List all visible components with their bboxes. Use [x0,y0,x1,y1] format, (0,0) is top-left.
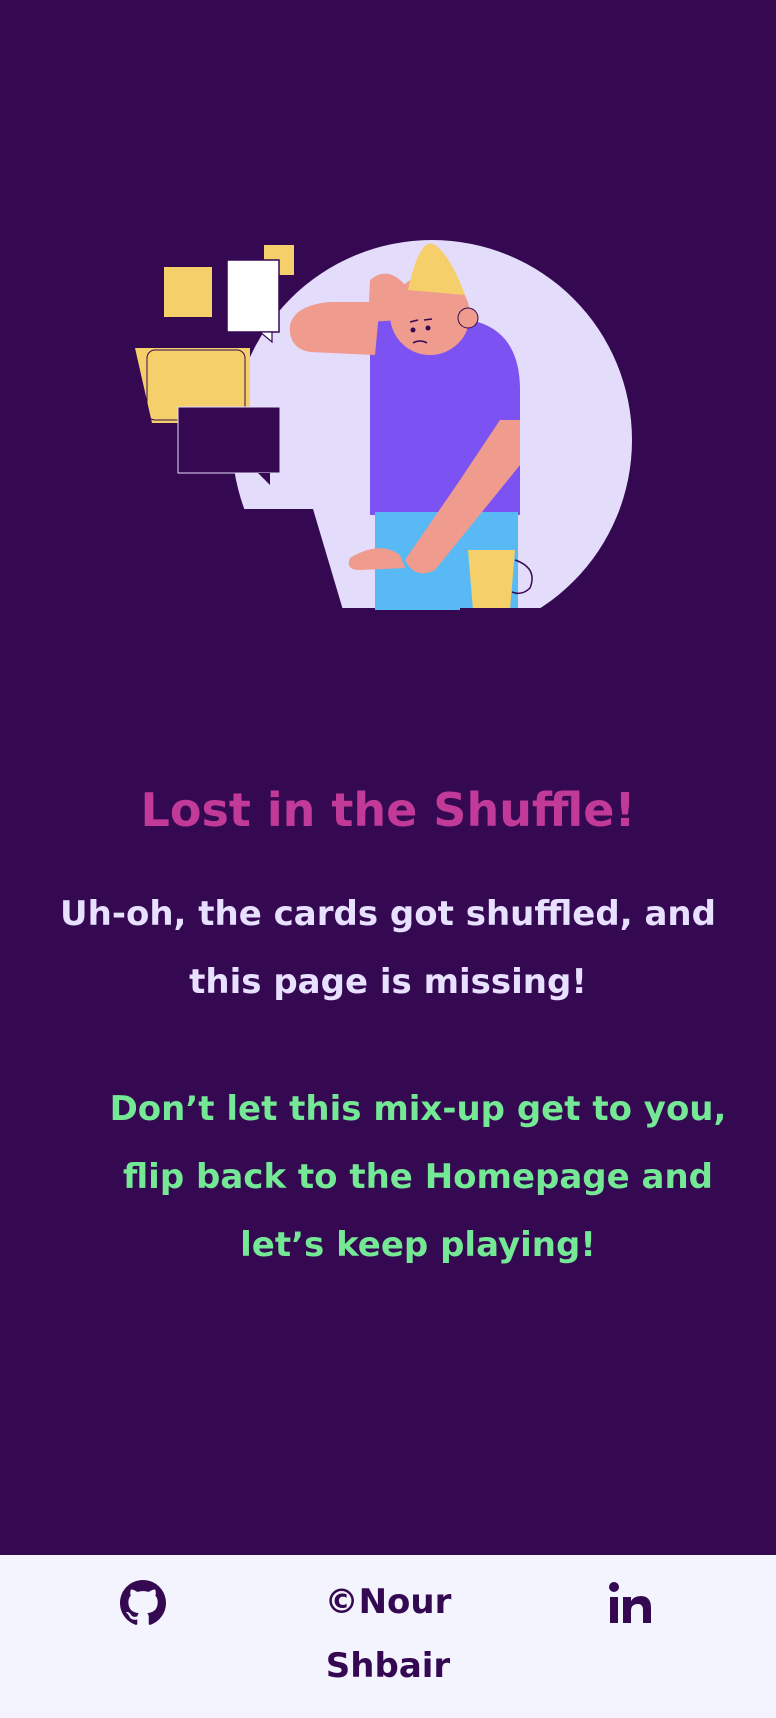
raised-arm [289,302,380,355]
linkedin-link[interactable] [608,1580,654,1626]
confused-person-illustration [130,240,650,610]
coffee-cup [468,550,515,610]
not-found-page: Lost in the Shuffle! Uh-oh, the cards go… [0,0,776,1718]
github-icon [120,1580,166,1625]
github-link[interactable] [120,1580,166,1626]
homepage-link-message[interactable]: Don’t let this mix-up get to you, flip b… [100,1075,736,1279]
error-message: Uh-oh, the cards got shuffled, and this … [60,894,716,1002]
card-white [226,259,280,333]
main-section: Lost in the Shuffle! Uh-oh, the cards go… [0,0,776,1555]
copyright-text: ©Nour Shbair [324,1582,452,1686]
linkedin-icon [609,1582,651,1623]
card-dark [177,406,281,474]
page-title: Lost in the Shuffle! [140,783,636,837]
card-yellow-small [164,267,212,317]
